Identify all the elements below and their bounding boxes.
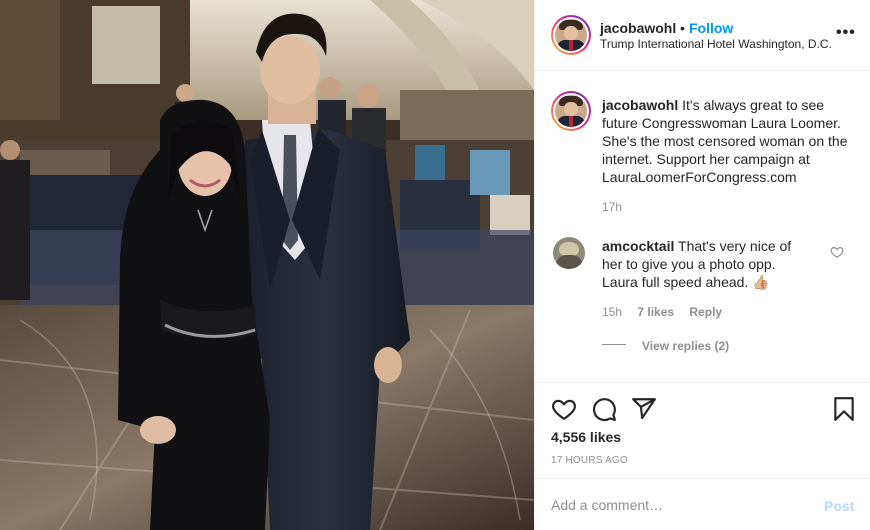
author-avatar[interactable] (551, 15, 591, 55)
comment-likes[interactable]: 7 likes (637, 305, 674, 319)
post-comment-button[interactable]: Post (824, 498, 854, 514)
more-options-icon[interactable]: ••• (836, 24, 856, 42)
commenter-avatar[interactable] (553, 237, 585, 269)
heart-icon[interactable] (551, 396, 577, 422)
add-comment-bar: Post (535, 478, 870, 530)
post-header: jacobawohl • Follow Trump International … (535, 0, 870, 71)
comment-input[interactable] (551, 495, 801, 515)
comment-username[interactable]: amcocktail (602, 238, 674, 254)
comment-icon[interactable] (591, 396, 617, 422)
comments-list[interactable]: jacobawohl It's always great to see futu… (535, 72, 870, 382)
caption-time[interactable]: 17h (602, 200, 622, 214)
replies-divider-line (602, 344, 626, 345)
save-bookmark-icon[interactable] (831, 396, 857, 422)
view-replies-button[interactable]: View replies (2) (642, 339, 729, 353)
comment-like-heart-icon[interactable] (830, 245, 844, 259)
comment-text-block: amcocktail That's very nice of her to gi… (602, 237, 812, 291)
reply-button[interactable]: Reply (689, 305, 722, 319)
likes-count[interactable]: 4,556 likes (551, 429, 621, 445)
separator-dot: • (680, 20, 685, 36)
author-username[interactable]: jacobawohl (600, 20, 676, 36)
post-photo[interactable] (0, 0, 534, 530)
post-sidebar: jacobawohl • Follow Trump International … (534, 0, 870, 530)
caption-avatar[interactable] (551, 91, 591, 131)
share-icon[interactable] (631, 396, 657, 422)
post-actions: 4,556 likes 17 HOURS AGO (535, 382, 870, 478)
comment-time[interactable]: 15h (602, 305, 622, 319)
post-location[interactable]: Trump International Hotel Washington, D.… (600, 37, 832, 51)
post-timestamp[interactable]: 17 HOURS AGO (551, 455, 628, 466)
caption-username[interactable]: jacobawohl (602, 97, 678, 113)
comment-meta: 15h 7 likes Reply (602, 305, 734, 319)
caption-text-block: jacobawohl It's always great to see futu… (602, 96, 852, 186)
follow-button[interactable]: Follow (689, 20, 733, 36)
